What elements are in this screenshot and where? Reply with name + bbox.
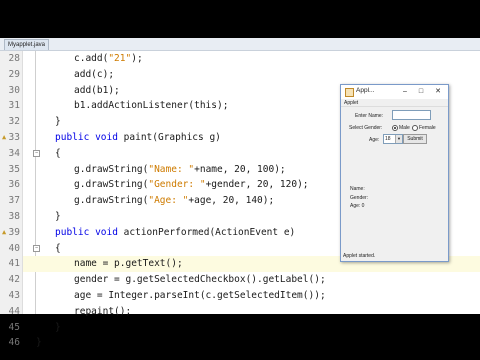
line-number: 38 <box>8 211 20 222</box>
code-line-text: } <box>55 116 61 128</box>
line-number: 32 <box>8 116 20 128</box>
output-name: Name: <box>350 186 365 192</box>
line-number: 30 <box>8 84 20 96</box>
output-age: Age: 0 <box>350 203 365 209</box>
code-line-text: repaint(); <box>74 305 132 317</box>
male-radio[interactable] <box>392 125 398 131</box>
status-text: Applet started. <box>343 253 376 259</box>
code-line[interactable]: repaint(); <box>23 304 480 320</box>
code-line-text: } <box>55 321 61 333</box>
code-line-text: age = Integer.parseInt(c.getSelectedItem… <box>74 290 326 301</box>
code-line-text: g.drawString("Name: "+name, 20, 100); <box>74 163 286 175</box>
code-line-text: { <box>55 242 61 254</box>
maximize-icon[interactable]: □ <box>415 86 427 98</box>
code-line-text: g.drawString("Gender: "+gender, 20, 120)… <box>74 179 309 191</box>
code-line-text: add(c); <box>74 68 115 80</box>
line-number: 45 <box>8 321 20 333</box>
line-number: 29 <box>8 68 20 80</box>
code-line[interactable]: c.add("21"); <box>23 51 480 67</box>
code-line-text: add(b1); <box>74 84 120 96</box>
line-number-gutter: 28 29 30 31 32 33 ▲ 34 35 36 37 38 39 ▲ 40 41 42 43 44 45 46 <box>0 51 23 348</box>
java-cup-icon <box>345 88 354 97</box>
gender-label: Select Gender: <box>349 125 383 131</box>
code-line-text: gender = g.getSelectedCheckbox().getLabe… <box>74 274 326 286</box>
line-number: 44 <box>8 305 20 317</box>
age-label: Age: <box>369 137 380 143</box>
female-radio[interactable] <box>412 125 418 131</box>
line-number: 42 <box>8 274 20 286</box>
male-label: Male <box>399 125 410 131</box>
code-line-text: public void paint(Graphics g) <box>55 132 221 143</box>
code-line-text: g.drawString("Age: "+age, 20, 140); <box>74 195 275 207</box>
code-line-text: b1.addActionListener(this); <box>74 100 229 112</box>
line-number: 43 <box>8 290 20 301</box>
applet-viewer-window[interactable]: Appl... – □ ✕ Applet Enter Name: Select … <box>340 84 449 262</box>
code-line[interactable]: } <box>23 320 480 336</box>
applet-title-bar[interactable]: Appl... – □ ✕ <box>341 85 448 99</box>
female-label: Female <box>419 125 436 131</box>
code-line[interactable]: add(c); <box>23 67 480 83</box>
code-line-text: public void actionPerformed(ActionEvent … <box>55 226 296 238</box>
submit-button[interactable]: Submit <box>403 134 427 144</box>
fold-toggle-icon[interactable]: − <box>33 149 40 157</box>
window-title: Appl... <box>356 87 375 94</box>
age-selected-value: 18 <box>385 136 391 142</box>
age-select[interactable]: 18 ▼ <box>383 134 403 144</box>
code-line[interactable]: } <box>23 335 480 351</box>
code-line[interactable]: gender = g.getSelectedCheckbox().getLabe… <box>23 272 480 288</box>
code-line-text: c.add("21"); <box>74 53 143 64</box>
minimize-icon[interactable]: – <box>399 86 411 98</box>
code-line-text: } <box>36 337 42 349</box>
line-number: 28 <box>8 53 20 64</box>
code-line-text: } <box>55 211 61 222</box>
line-number: 31 <box>8 100 20 112</box>
name-input[interactable] <box>392 110 431 120</box>
line-number: 35 <box>8 163 20 175</box>
line-number: 46 <box>8 337 20 349</box>
code-line-text: name = p.getText(); <box>74 258 183 270</box>
close-icon[interactable]: ✕ <box>432 86 444 98</box>
tab-myapplet-java[interactable]: Myapplet.java <box>4 39 50 50</box>
editor-tab-bar: Myapplet.java <box>0 38 480 51</box>
line-number: 34 <box>8 147 20 159</box>
code-line[interactable]: age = Integer.parseInt(c.getSelectedItem… <box>23 288 480 304</box>
line-number: 36 <box>8 179 20 191</box>
fold-toggle-icon[interactable]: − <box>33 244 40 252</box>
override-icon[interactable]: ▲ <box>2 228 9 236</box>
output-gender: Gender: <box>350 195 369 201</box>
chevron-down-icon[interactable]: ▼ <box>395 135 402 143</box>
applet-menu[interactable]: Applet <box>341 99 448 107</box>
code-line-text: { <box>55 147 61 159</box>
override-icon[interactable]: ▲ <box>2 134 9 141</box>
name-label: Enter Name: <box>355 113 384 119</box>
line-number: 37 <box>8 195 20 207</box>
line-number: 41 <box>8 258 20 270</box>
line-number: 40 <box>8 242 20 254</box>
